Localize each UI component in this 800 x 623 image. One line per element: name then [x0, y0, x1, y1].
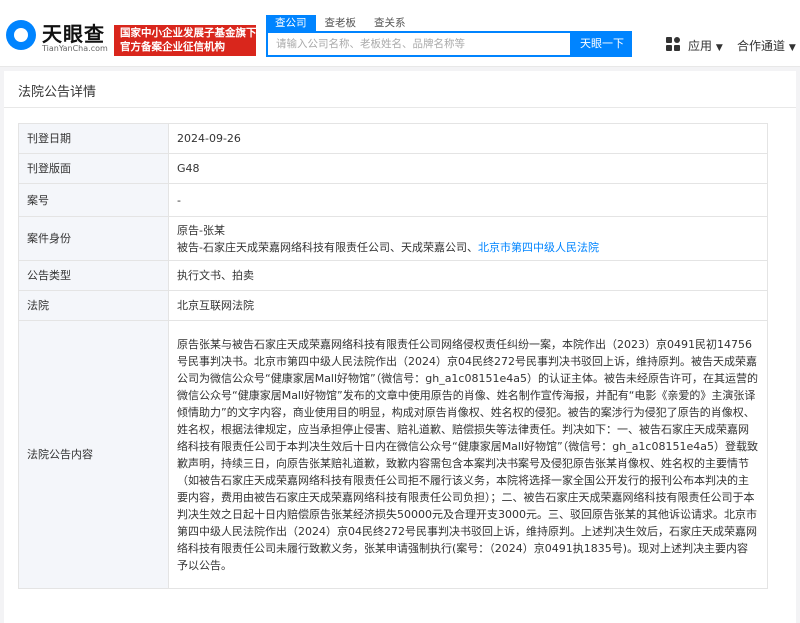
table-row: 案号 - [18, 183, 768, 217]
promo-banner[interactable]: 国家中小企业发展子基金旗下 官方备案企业征信机构 [114, 25, 256, 56]
nav-apps[interactable]: 应用 ▼ [688, 37, 723, 54]
table-row: 案件身份 原告-张某 被告-石家庄天成荣嘉网络科技有限责任公司、天成荣嘉公司、北… [18, 216, 768, 261]
defendant-line: 被告-石家庄天成荣嘉网络科技有限责任公司、天成荣嘉公司、北京市第四中级人民法院 [177, 239, 759, 256]
row-label: 案件身份 [18, 216, 169, 261]
court-notice-card: 法院公告详情 刊登日期 2024-09-26 刊登版面 G48 案号 - 案件身… [4, 71, 796, 623]
tianyancha-logo[interactable]: 天眼查 TianYanCha.com [6, 18, 110, 58]
row-value-notice-type: 执行文书、拍卖 [168, 260, 768, 291]
row-value-notice-content: 原告张某与被告石家庄天成荣嘉网络科技有限责任公司网络侵权责任纠纷一案，本院作出（… [168, 320, 768, 589]
row-value-date: 2024-09-26 [168, 123, 768, 154]
table-row: 法院 北京互联网法院 [18, 290, 768, 321]
row-label: 法院公告内容 [18, 320, 169, 589]
row-label: 刊登版面 [18, 153, 169, 184]
promo-line-1: 国家中小企业发展子基金旗下 [120, 27, 256, 39]
top-header: 天眼查 TianYanCha.com 国家中小企业发展子基金旗下 官方备案企业征… [0, 0, 800, 67]
row-label: 法院 [18, 290, 169, 321]
table-row: 公告类型 执行文书、拍卖 [18, 260, 768, 291]
chevron-down-icon: ▼ [788, 43, 796, 53]
court-link[interactable]: 北京市第四中级人民法院 [478, 241, 599, 254]
nav-partner[interactable]: 合作通道 ▼ [737, 37, 796, 54]
tab-search-relation[interactable]: 查关系 [365, 15, 415, 31]
row-value-section: G48 [168, 153, 768, 184]
table-row: 刊登版面 G48 [18, 153, 768, 184]
defendant-text: 被告-石家庄天成荣嘉网络科技有限责任公司、天成荣嘉公司、 [177, 240, 478, 254]
row-value-parties: 原告-张某 被告-石家庄天成荣嘉网络科技有限责任公司、天成荣嘉公司、北京市第四中… [168, 216, 768, 261]
promo-line-2: 官方备案企业征信机构 [120, 41, 225, 53]
table-row: 法院公告内容 原告张某与被告石家庄天成荣嘉网络科技有限责任公司网络侵权责任纠纷一… [18, 320, 768, 589]
notice-detail-table: 刊登日期 2024-09-26 刊登版面 G48 案号 - 案件身份 原告-张某… [18, 123, 768, 589]
logo-eye-icon [6, 20, 36, 50]
row-label: 刊登日期 [18, 123, 169, 154]
row-value-court: 北京互联网法院 [168, 290, 768, 321]
row-label: 公告类型 [18, 260, 169, 291]
plaintiff-line: 原告-张某 [177, 223, 225, 237]
logo-url: TianYanCha.com [42, 44, 108, 53]
divider [4, 107, 796, 108]
table-row: 刊登日期 2024-09-26 [18, 123, 768, 154]
search-box [266, 31, 572, 57]
page-title: 法院公告详情 [18, 85, 97, 100]
logo-text: 天眼查 [42, 22, 105, 46]
tab-search-company[interactable]: 查公司 [266, 15, 316, 31]
row-label: 案号 [18, 183, 169, 217]
chevron-down-icon: ▼ [715, 43, 723, 53]
apps-grid-icon[interactable] [666, 37, 680, 51]
search-input[interactable] [268, 33, 570, 55]
nav-apps-label: 应用 [688, 39, 713, 53]
search-button[interactable]: 天眼一下 [572, 31, 632, 57]
search-tabs: 查公司 查老板 查关系 [266, 15, 415, 31]
tab-search-boss[interactable]: 查老板 [316, 15, 366, 31]
row-value-case-number: - [168, 183, 768, 217]
nav-partner-label: 合作通道 [737, 39, 786, 53]
